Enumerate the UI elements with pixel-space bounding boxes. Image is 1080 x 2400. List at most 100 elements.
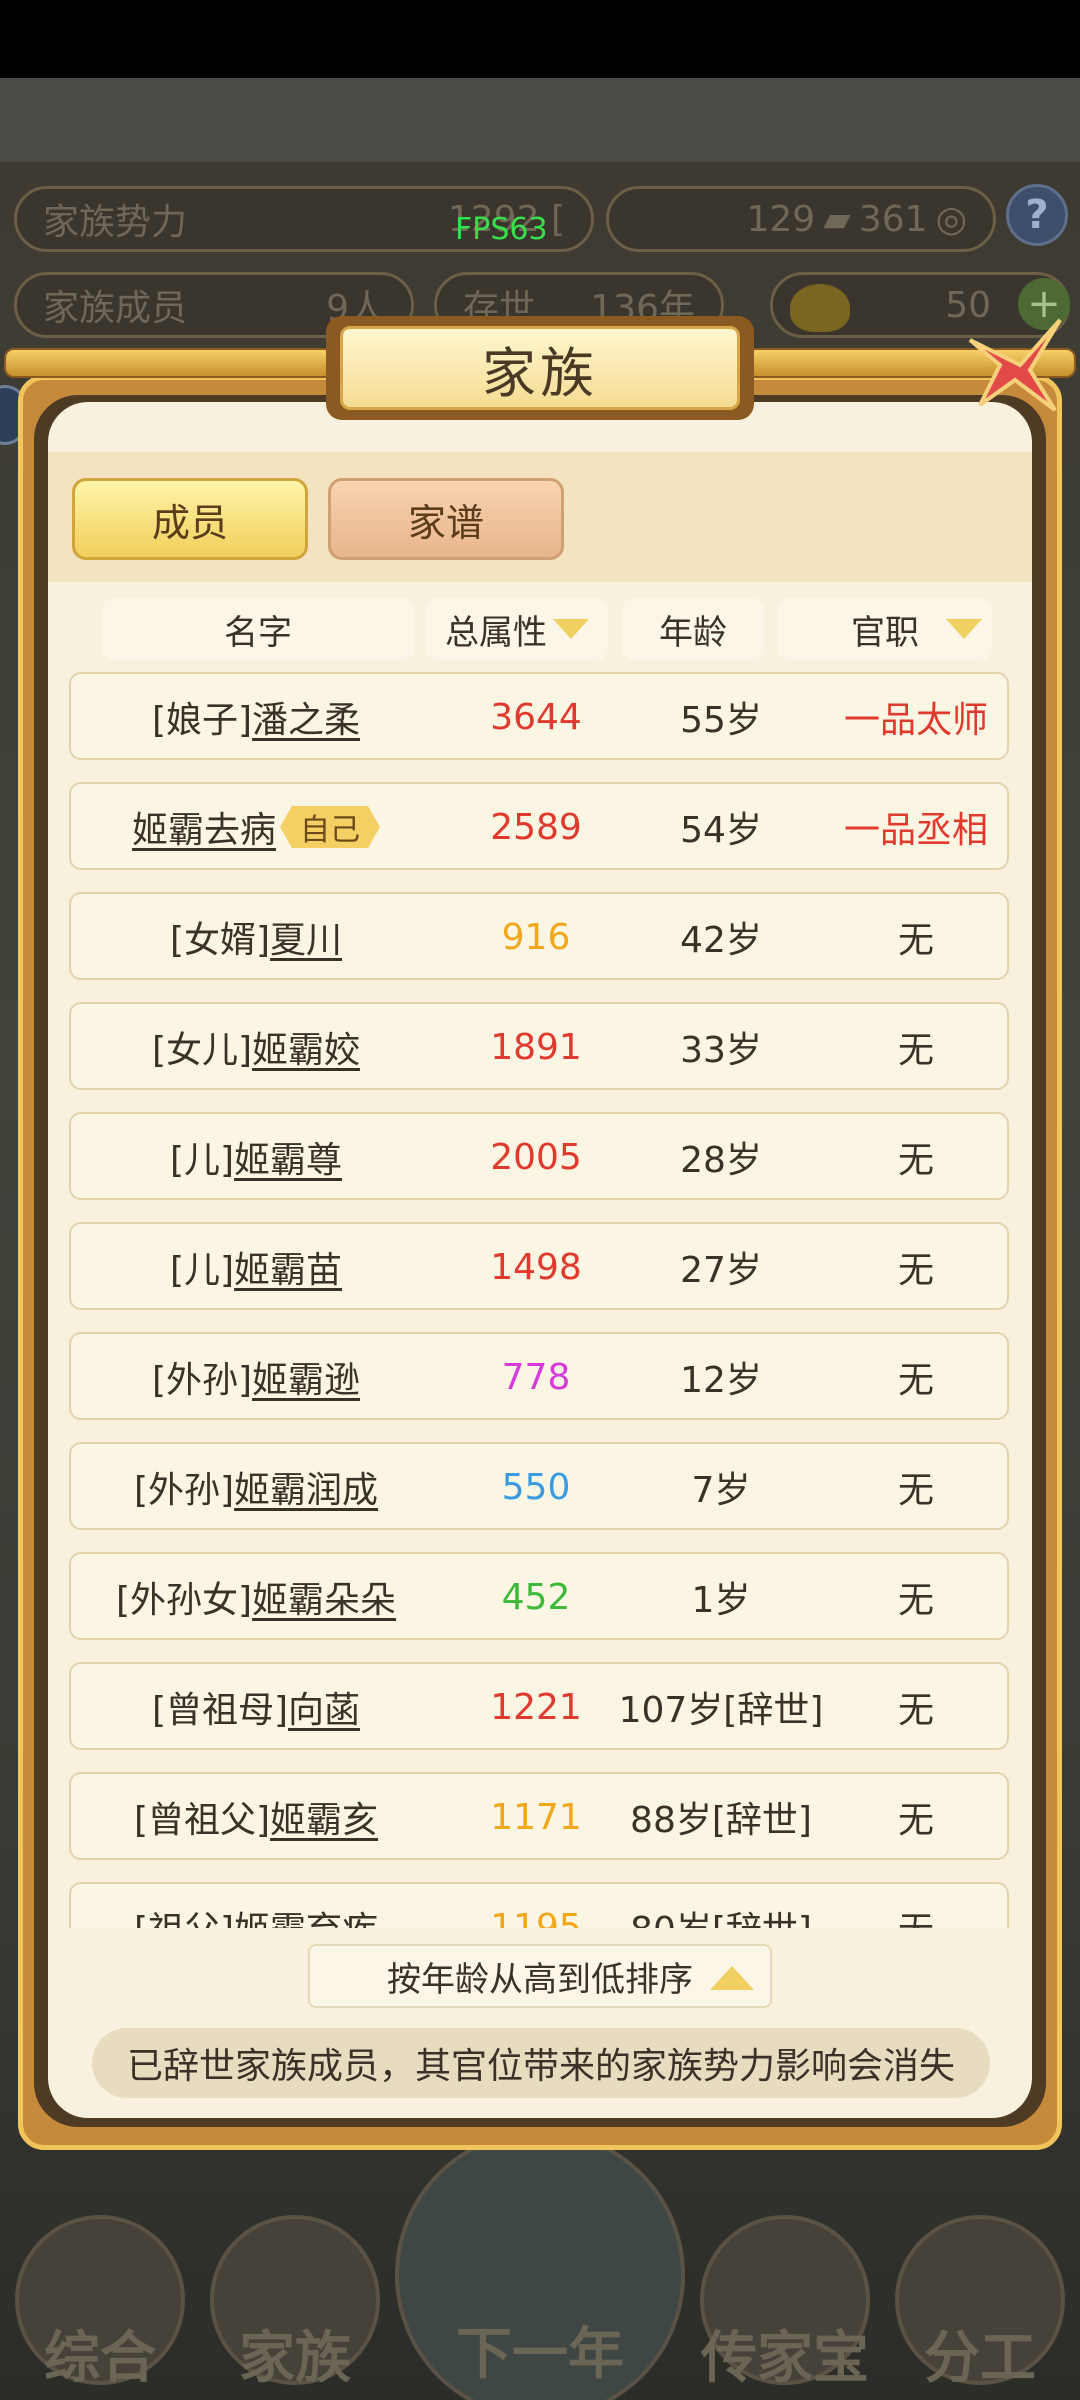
nav-family[interactable]: 家族 [200, 2215, 390, 2400]
member-office: 无 [897, 920, 934, 961]
nav-family-label: 家族 [239, 2326, 351, 2391]
member-attr: 1891 [490, 1026, 582, 1068]
member-row[interactable]: [女儿] 姬霸姣 1891 33岁 无 [69, 1002, 1009, 1090]
member-row[interactable]: [曾祖母] 向菡 1221 107岁[辞世] 无 [69, 1662, 1009, 1750]
member-name-link[interactable]: 姬霸逊 [252, 1351, 360, 1403]
member-row[interactable]: [曾祖父] 姬霸亥 1171 88岁[辞世] 无 [69, 1772, 1009, 1860]
member-row[interactable]: [儿] 姬霸苗 1498 27岁 无 [69, 1222, 1009, 1310]
member-age: 1岁 [691, 1580, 751, 1621]
member-list[interactable]: [娘子] 潘之柔 3644 55岁 一品太师 姬霸去病 自己 2589 54岁 一品丞相 [女婿] 夏… [64, 672, 1014, 1928]
member-name-link[interactable]: 向菡 [288, 1681, 360, 1733]
member-name-link[interactable]: 姬霸弃疾 [234, 1901, 378, 1928]
member-office: 无 [897, 1360, 934, 1401]
top-banner [0, 78, 1080, 162]
column-header-attr[interactable]: 总属性 [426, 598, 608, 660]
member-row[interactable]: [外孙] 姬霸逊 778 12岁 无 [69, 1332, 1009, 1420]
member-name-cell: 姬霸去病 自己 [71, 784, 441, 870]
nav-heirloom[interactable]: 传家宝 [690, 2215, 880, 2400]
member-name-cell: [娘子] 潘之柔 [71, 674, 441, 760]
tab-members[interactable]: 成员 [72, 478, 308, 560]
member-name-cell: [曾祖父] 姬霸亥 [71, 1774, 441, 1860]
nav-division-label: 分工 [924, 2326, 1036, 2391]
nav-division[interactable]: 分工 [885, 2215, 1075, 2400]
member-name-link[interactable]: 姬霸尊 [234, 1131, 342, 1183]
member-relation: [儿] [169, 1250, 235, 1291]
member-age: 7岁 [691, 1470, 751, 1511]
member-name-link[interactable]: 姬霸润成 [234, 1461, 378, 1513]
nav-next-year[interactable]: 下一年 [395, 2130, 685, 2400]
column-header-name: 名字 [102, 598, 414, 660]
sort-button-label: 按年龄从高到低排序 [387, 1959, 693, 2000]
family-power-label: 家族势力 [43, 202, 188, 243]
member-row[interactable]: [外孙女] 姬霸朵朵 452 1岁 无 [69, 1552, 1009, 1640]
sort-up-icon [710, 1966, 754, 1990]
member-relation: [女婿] [169, 920, 271, 961]
sort-down-icon [553, 619, 589, 639]
member-name-link[interactable]: 夏川 [270, 911, 342, 963]
gold-ingot-icon [790, 284, 850, 332]
books-count: 129 [746, 198, 816, 240]
coins-count: 361 [858, 198, 928, 240]
member-age: 54岁 [680, 810, 762, 851]
member-office: 无 [897, 1140, 934, 1181]
member-office: 一品丞相 [843, 810, 988, 851]
member-row[interactable]: 姬霸去病 自己 2589 54岁 一品丞相 [69, 782, 1009, 870]
member-attr: 1221 [490, 1686, 582, 1728]
member-attr: 778 [501, 1356, 571, 1398]
member-age: 12岁 [680, 1360, 762, 1401]
member-name-link[interactable]: 姬霸姣 [252, 1021, 360, 1073]
member-age: 42岁 [680, 920, 762, 961]
column-attr-label: 总属性 [445, 612, 547, 653]
nav-heirloom-label: 传家宝 [701, 2326, 869, 2391]
tab-genealogy[interactable]: 家谱 [328, 478, 564, 560]
member-name-cell: [女儿] 姬霸姣 [71, 1004, 441, 1090]
member-attr: 452 [501, 1576, 571, 1618]
member-attr: 2589 [490, 806, 582, 848]
column-header-office[interactable]: 官职 [778, 598, 992, 660]
member-row[interactable]: [儿] 姬霸尊 2005 28岁 无 [69, 1112, 1009, 1200]
member-name-cell: [外孙女] 姬霸朵朵 [71, 1554, 441, 1640]
member-name-link[interactable]: 姬霸苗 [234, 1241, 342, 1293]
sort-button[interactable]: 按年龄从高到低排序 [308, 1944, 772, 2008]
close-icon[interactable] [960, 310, 1070, 420]
member-name-link[interactable]: 姬霸朵朵 [252, 1571, 396, 1623]
column-office-label: 官职 [851, 612, 919, 653]
member-attr: 916 [501, 916, 571, 958]
column-name-label: 名字 [224, 612, 292, 653]
member-name-cell: [外孙] 姬霸润成 [71, 1444, 441, 1530]
member-attr: 550 [501, 1466, 571, 1508]
member-age: 33岁 [680, 1030, 762, 1071]
member-name-link[interactable]: 潘之柔 [252, 691, 360, 743]
member-relation: [祖父] [134, 1901, 234, 1928]
member-relation: [女儿] [151, 1030, 253, 1071]
member-name-cell: [祖父]姬霸弃疾 [71, 1884, 441, 1928]
member-name-link[interactable]: 姬霸亥 [270, 1791, 378, 1843]
deceased-notice-text: 已辞世家族成员，其官位带来的家族势力影响会消失 [126, 2046, 955, 2087]
member-row[interactable]: [外孙] 姬霸润成 550 7岁 无 [69, 1442, 1009, 1530]
member-office: 无 [897, 1250, 934, 1291]
resource-stat: 129 ▰ 361 ◎ [606, 186, 996, 252]
nav-general[interactable]: 综合 [5, 2215, 195, 2400]
nav-general-label: 综合 [44, 2326, 156, 2391]
member-row[interactable]: [祖父]姬霸弃疾 1195 80岁[辞世]无 [69, 1882, 1009, 1928]
member-relation: [外孙] [151, 1360, 253, 1401]
member-office: 无 [897, 1470, 934, 1511]
member-relation: [外孙] [133, 1470, 235, 1511]
member-office: 一品太师 [843, 700, 988, 741]
member-name-cell: [外孙] 姬霸逊 [71, 1334, 441, 1420]
book-icon: ▰ [823, 198, 851, 240]
member-name-link[interactable]: 姬霸去病 [132, 801, 276, 853]
member-relation: [娘子] [151, 700, 253, 741]
column-age-label: 年龄 [659, 612, 727, 653]
tab-members-label: 成员 [151, 500, 228, 545]
column-header-age: 年龄 [622, 598, 764, 660]
member-attr: 2005 [490, 1136, 582, 1178]
member-relation: [曾祖母] [151, 1690, 289, 1731]
tab-genealogy-label: 家谱 [407, 500, 484, 545]
member-attr: 1498 [490, 1246, 582, 1288]
member-row[interactable]: [女婿] 夏川 916 42岁 无 [69, 892, 1009, 980]
member-name-cell: [儿] 姬霸苗 [71, 1224, 441, 1310]
filter-down-icon [946, 619, 982, 639]
member-row[interactable]: [娘子] 潘之柔 3644 55岁 一品太师 [69, 672, 1009, 760]
help-icon[interactable]: ? [1006, 184, 1068, 246]
